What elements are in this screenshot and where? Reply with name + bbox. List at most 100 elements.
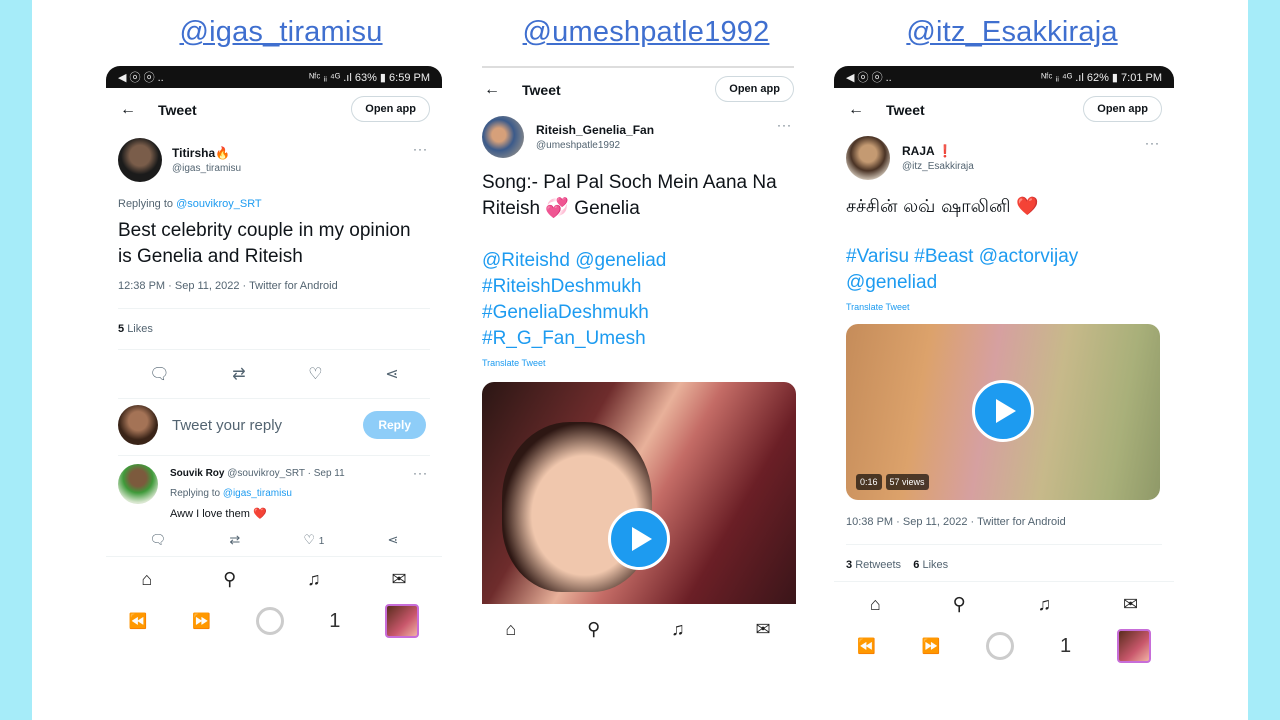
reply-replying-prefix: Replying to	[170, 488, 221, 499]
tweet-tag[interactable]: @Riteishd @geneliad	[482, 248, 794, 274]
notifications-icon[interactable]: ♫	[671, 619, 685, 640]
play-icon[interactable]	[608, 508, 670, 570]
play-icon[interactable]	[972, 380, 1034, 442]
status-left: ◀ ⓞ ⓞ ..	[118, 72, 164, 84]
user-handle[interactable]: @igas_tiramisu	[172, 163, 241, 174]
tweet-text: Best celebrity couple in my opinion is G…	[118, 220, 411, 267]
top-bar: ← Tweet Open app	[834, 88, 1174, 132]
translate-tweet-link[interactable]: Translate Tweet	[846, 302, 1162, 312]
tweet-timestamp: 12:38 PM · Sep 11, 2022 · Twitter for An…	[118, 280, 338, 292]
more-options-icon[interactable]: ···	[1145, 136, 1160, 150]
divider	[118, 308, 430, 309]
phone-screenshot-3: ◀ ⓞ ⓞ .. ᴺᶠᶜ ᵢᵢ ⁴ᴳ .ıl 62% ▮ 7:01 PM ← T…	[834, 66, 1174, 688]
share-icon[interactable]: ⋖	[387, 532, 398, 548]
like-icon[interactable]: ♡ 1	[303, 532, 324, 548]
notifications-icon[interactable]: ♫	[307, 569, 321, 590]
reply-user-name[interactable]: Souvik Roy	[170, 468, 224, 479]
back-arrow-icon[interactable]: ←	[120, 101, 146, 119]
status-right: ᴺᶠᶜ ᵢᵢ ⁴ᴳ .ıl 62% ▮ 7:01 PM	[1041, 71, 1162, 84]
replying-to: Replying to @souvikroy_SRT	[118, 198, 430, 210]
reply-icon[interactable]: 🗨	[150, 532, 167, 548]
back-arrow-icon[interactable]: ←	[848, 101, 874, 119]
reply-icon[interactable]: 🗨	[149, 364, 169, 384]
more-options-icon[interactable]: ···	[777, 118, 792, 132]
messages-icon[interactable]: ✉	[755, 619, 770, 640]
replying-link[interactable]: @souvikroy_SRT	[176, 198, 262, 210]
search-icon[interactable]: ⚲	[587, 619, 600, 640]
share-icon[interactable]: ⋖	[385, 364, 398, 384]
top-bar: ← Tweet Open app	[470, 68, 806, 112]
user-handle[interactable]: @umeshpatle1992	[536, 140, 654, 151]
open-app-button[interactable]: Open app	[1083, 96, 1162, 122]
search-icon[interactable]: ⚲	[953, 594, 966, 615]
page-title: Tweet	[158, 102, 197, 118]
status-bar: ◀ ⓞ ⓞ .. ᴺᶠᶜ ᵢᵢ ⁴ᴳ .ıl 62% ▮ 7:01 PM	[834, 66, 1174, 88]
messages-icon[interactable]: ✉	[1123, 594, 1138, 615]
home-icon[interactable]: ⌂	[505, 619, 516, 640]
home-icon[interactable]: ⌂	[870, 594, 881, 615]
fast-forward-icon[interactable]: ⏩	[922, 637, 941, 655]
replying-prefix: Replying to	[118, 198, 174, 210]
retweets-count: 3	[846, 559, 853, 571]
rewind-icon[interactable]: ⏪	[857, 637, 876, 655]
reply-replying-link[interactable]: @igas_tiramisu	[223, 488, 292, 499]
reply-input[interactable]: Tweet your reply	[172, 417, 282, 434]
user-name[interactable]: Riteish_Genelia_Fan	[536, 123, 654, 137]
tweet-text: சச்சின் லவ் ஷாலினி ❤️	[846, 196, 1039, 217]
user-name[interactable]: RAJA ❗	[902, 144, 974, 158]
reply-tweet[interactable]: Souvik Roy @souvikroy_SRT · Sep 11 Reply…	[118, 464, 430, 524]
avatar[interactable]	[846, 136, 890, 180]
open-app-button[interactable]: Open app	[715, 76, 794, 102]
bottom-nav: ⌂ ⚲ ♫ ✉	[106, 557, 442, 601]
user-name[interactable]: Titirsha🔥	[172, 146, 241, 160]
tweet-video[interactable]: 0:16 57 views	[846, 324, 1160, 500]
reply-user-handle[interactable]: @souvikroy_SRT · Sep 11	[227, 468, 344, 479]
retweet-icon[interactable]: ⇄	[229, 532, 240, 548]
tweet-tag[interactable]: #RiteishDeshmukh	[482, 274, 794, 300]
bottom-nav: ⌂ ⚲ ♫ ✉	[470, 604, 806, 654]
tweet-tags-line2[interactable]: @geneliad	[846, 270, 1162, 296]
back-arrow-icon[interactable]: ←	[484, 81, 510, 99]
home-icon[interactable]: ⌂	[141, 569, 152, 590]
open-app-button[interactable]: Open app	[351, 96, 430, 122]
tweet-tag[interactable]: #GeneliaDeshmukh	[482, 300, 794, 326]
video-views: 57 views	[885, 474, 929, 490]
tweet-tags-line1[interactable]: #Varisu #Beast @actorvijay	[846, 244, 1162, 270]
tweet-timestamp: 10:38 PM · Sep 11, 2022 · Twitter for An…	[846, 516, 1066, 528]
reply-like-count: 1	[318, 536, 325, 547]
likes-label: Likes	[127, 323, 153, 335]
like-icon[interactable]: ♡	[308, 364, 322, 384]
user-handle[interactable]: @itz_Esakkiraja	[902, 161, 974, 172]
video-duration: 0:16	[856, 474, 882, 490]
translate-tweet-link[interactable]: Translate Tweet	[482, 358, 794, 368]
phone-screenshot-1: ◀ ⓞ ⓞ .. ᴺᶠᶜ ᵢᵢ ⁴ᴳ .ıl 63% ▮ 6:59 PM ← T…	[106, 66, 442, 688]
page-number: 1	[329, 609, 341, 632]
retweets-label[interactable]: Retweets	[855, 559, 901, 571]
avatar[interactable]	[118, 138, 162, 182]
phone-screenshot-2: ← Tweet Open app Riteish_Genelia_Fan @um…	[470, 66, 806, 688]
search-icon[interactable]: ⚲	[223, 569, 236, 590]
retweet-icon[interactable]: ⇄	[232, 364, 245, 384]
messages-icon[interactable]: ✉	[391, 569, 406, 590]
notifications-icon[interactable]: ♫	[1038, 594, 1052, 615]
reply-actions: 🗨 ⇄ ♡ 1 ⋖	[118, 524, 430, 556]
more-options-icon[interactable]: ···	[413, 142, 428, 156]
reply-button[interactable]: Reply	[363, 411, 426, 439]
fast-forward-icon[interactable]: ⏩	[192, 612, 211, 630]
tweet-video[interactable]	[482, 382, 796, 604]
status-bar: ◀ ⓞ ⓞ .. ᴺᶠᶜ ᵢᵢ ⁴ᴳ .ıl 63% ▮ 6:59 PM	[106, 66, 442, 88]
avatar[interactable]	[482, 116, 524, 158]
loading-spinner-icon	[256, 607, 285, 635]
reply-more-icon[interactable]: ···	[413, 466, 428, 480]
system-bar: ⏪ ⏩ 1	[106, 601, 442, 641]
rewind-icon[interactable]: ⏪	[129, 612, 148, 630]
tweet-tag[interactable]: #R_G_Fan_Umesh	[482, 326, 794, 352]
thumbnail-image[interactable]	[385, 604, 420, 638]
likes-label[interactable]: Likes	[922, 559, 948, 571]
tweet-stats: 3 Retweets 6 Likes	[846, 559, 1162, 571]
thumbnail-image[interactable]	[1117, 629, 1151, 663]
reply-avatar[interactable]	[118, 464, 158, 504]
bottom-nav: ⌂ ⚲ ♫ ✉	[834, 582, 1174, 626]
my-avatar	[118, 405, 158, 445]
likes-stat[interactable]: 5 Likes	[118, 323, 430, 335]
